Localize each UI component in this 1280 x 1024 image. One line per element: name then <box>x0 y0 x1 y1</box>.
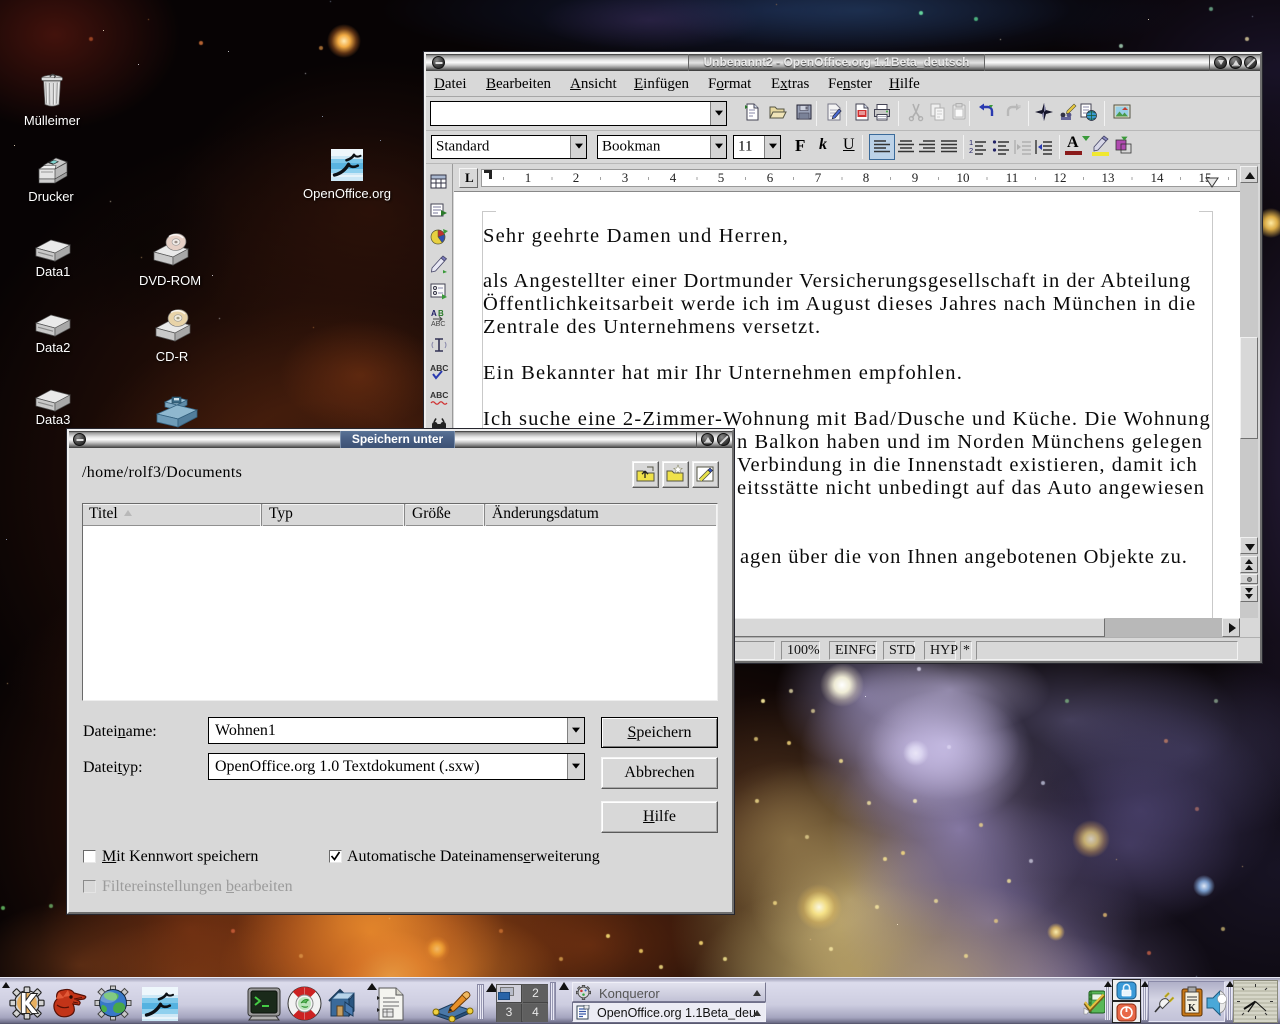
svg-text:K: K <box>1188 1003 1196 1014</box>
svg-text:ABC: ABC <box>430 390 448 400</box>
svg-text:A: A <box>431 309 437 318</box>
svg-text:ABC: ABC <box>431 321 445 328</box>
svg-text:ABC: ABC <box>430 363 448 373</box>
svg-text:2: 2 <box>969 146 973 155</box>
